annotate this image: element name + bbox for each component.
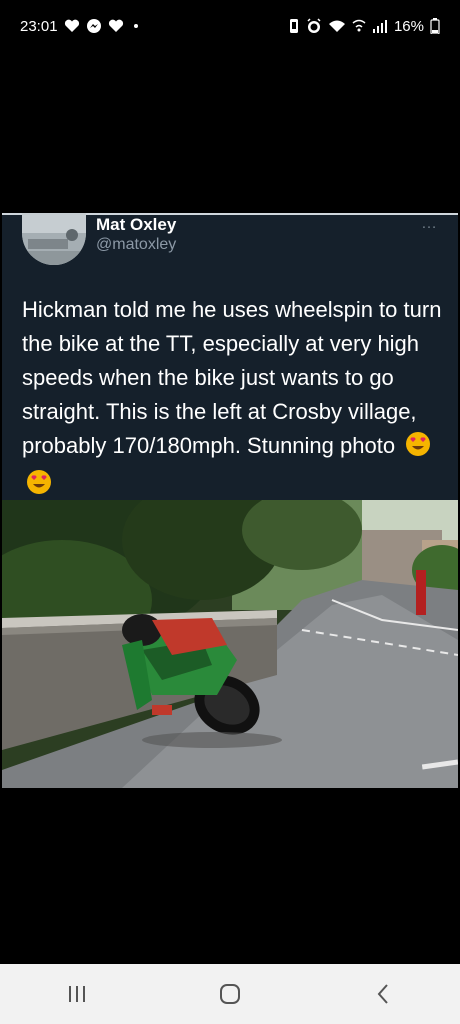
- dot-icon: [133, 24, 138, 28]
- back-icon[interactable]: [353, 964, 413, 1024]
- status-bar-left: 23:01: [20, 18, 138, 35]
- author-handle[interactable]: @matoxley: [96, 236, 176, 254]
- battery-icon: [430, 18, 440, 34]
- messenger-icon: [86, 18, 102, 34]
- tweet-card: Mat Oxley @matoxley … Hickman told me he…: [2, 213, 458, 788]
- navigation-bar: [0, 964, 460, 1024]
- avatar[interactable]: [22, 213, 86, 265]
- more-options-icon[interactable]: …: [421, 215, 438, 233]
- tweet-body: Hickman told me he uses wheelspin to tur…: [22, 297, 442, 458]
- status-bar-right: 16%: [288, 18, 440, 35]
- wifi-calling-icon: [352, 19, 366, 33]
- heart-icon: [64, 19, 80, 33]
- tweet-text: Hickman told me he uses wheelspin to tur…: [22, 293, 442, 505]
- author-name[interactable]: Mat Oxley: [96, 215, 176, 235]
- home-icon[interactable]: [200, 964, 260, 1024]
- clock: 23:01: [20, 17, 58, 35]
- vibrate-icon: [288, 18, 300, 34]
- motorcycle-leaning-photo[interactable]: [2, 500, 458, 788]
- alarm-icon: [306, 18, 322, 34]
- recent-apps-icon[interactable]: [47, 964, 107, 1024]
- heart-eyes-emoji: [405, 431, 431, 467]
- signal-icon: [372, 19, 388, 33]
- heart-icon: [108, 19, 124, 33]
- wifi-icon: [328, 19, 346, 33]
- status-bar: 23:01 16%: [0, 0, 460, 52]
- battery-level: 16%: [393, 17, 424, 35]
